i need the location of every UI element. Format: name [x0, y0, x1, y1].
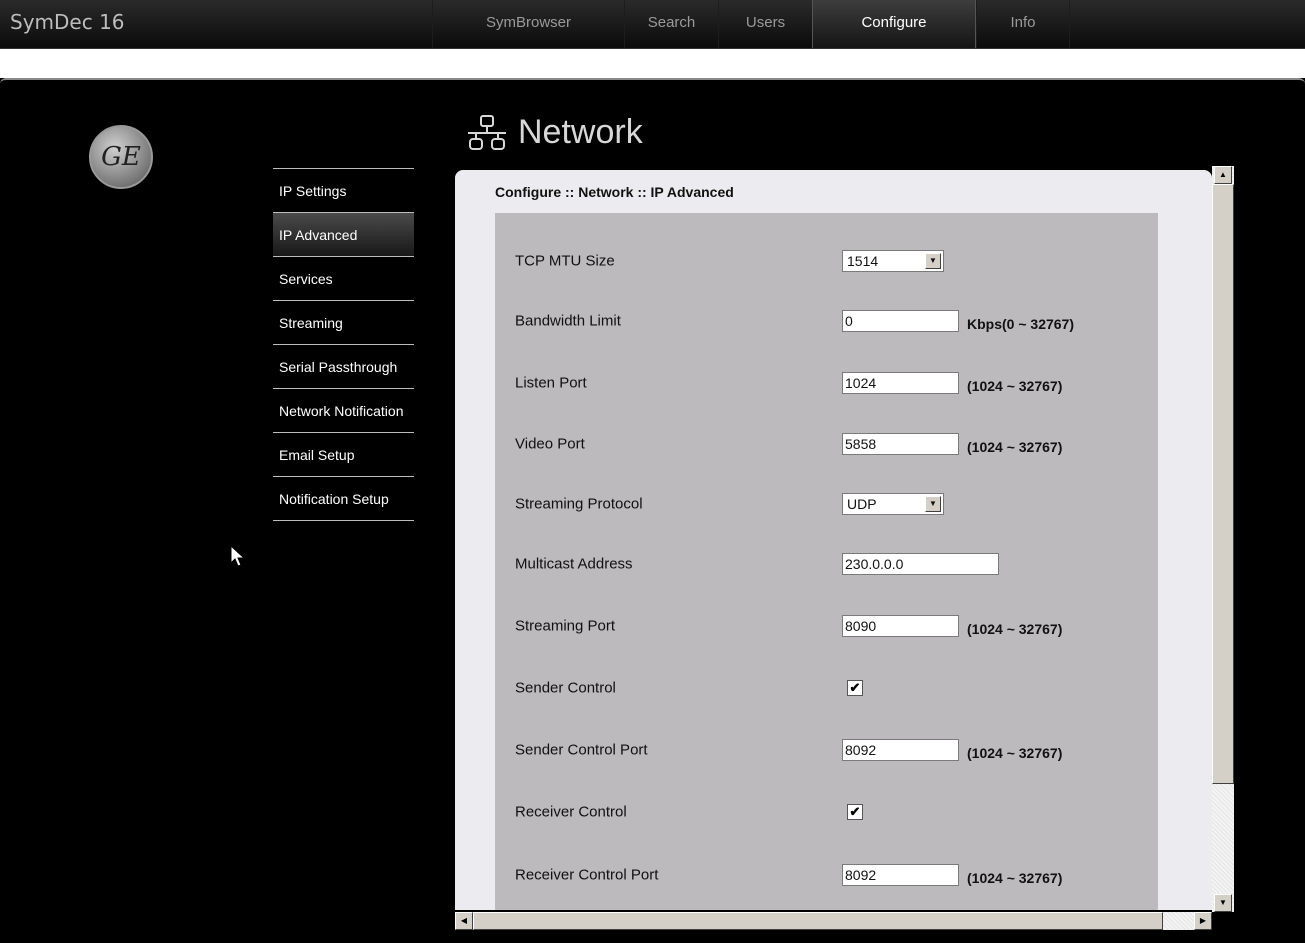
- breadcrumb: Configure :: Network :: IP Advanced: [495, 184, 734, 200]
- tab-symbrowser[interactable]: SymBrowser: [432, 0, 624, 48]
- streaming-protocol-select[interactable]: UDP ▼: [842, 493, 944, 515]
- ge-logo: GE: [89, 125, 153, 189]
- video-port-label: Video Port: [515, 435, 585, 453]
- sender-control-port-input[interactable]: 8092: [842, 739, 959, 761]
- top-nav-bar: SymDec 16 SymBrowser Search Users Config…: [0, 0, 1305, 49]
- scroll-left-button[interactable]: ◀: [455, 912, 473, 930]
- scroll-right-button[interactable]: ▶: [1194, 912, 1212, 930]
- row-streaming-protocol: Streaming Protocol UDP ▼: [495, 474, 1158, 534]
- receiver-control-port-input[interactable]: 8092: [842, 864, 959, 886]
- sender-control-port-label: Sender Control Port: [515, 741, 648, 759]
- row-tcp-mtu: TCP MTU Size 1514 ▼: [495, 231, 1158, 291]
- row-receiver-control-port: Receiver Control Port 8092 (1024 ~ 32767…: [495, 845, 1158, 905]
- app-title: SymDec 16: [10, 10, 125, 34]
- page-title: Network: [518, 113, 643, 151]
- row-video-port: Video Port 5858 (1024 ~ 32767): [495, 414, 1158, 474]
- sidebar-item-services[interactable]: Services: [273, 256, 414, 300]
- sender-control-checkbox[interactable]: ✔: [847, 680, 863, 696]
- chevron-down-icon[interactable]: ▼: [925, 253, 941, 269]
- sidebar-item-ip-advanced[interactable]: IP Advanced: [273, 212, 414, 256]
- network-icon: [468, 114, 506, 150]
- listen-port-input[interactable]: 1024: [842, 372, 959, 394]
- streaming-protocol-value: UDP: [847, 496, 877, 512]
- video-port-range-hint: (1024 ~ 32767): [967, 439, 1063, 455]
- tcp-mtu-label: TCP MTU Size: [515, 252, 615, 270]
- bandwidth-limit-label: Bandwidth Limit: [515, 312, 621, 330]
- horizontal-scrollbar[interactable]: ◀ ▶: [455, 912, 1212, 930]
- multicast-address-input[interactable]: 230.0.0.0: [842, 553, 999, 575]
- receiver-control-port-range-hint: (1024 ~ 32767): [967, 870, 1063, 886]
- bandwidth-range-hint: Kbps(0 ~ 32767): [967, 316, 1074, 332]
- row-sender-control: Sender Control ✔: [495, 658, 1158, 718]
- vertical-scroll-thumb[interactable]: [1212, 184, 1234, 784]
- scroll-down-button[interactable]: ▼: [1214, 894, 1232, 912]
- streaming-protocol-label: Streaming Protocol: [515, 495, 643, 513]
- scroll-up-button[interactable]: ▲: [1214, 166, 1232, 184]
- settings-form: TCP MTU Size 1514 ▼ Bandwidth Limit 0 Kb…: [495, 213, 1158, 910]
- row-streaming-port: Streaming Port 8090 (1024 ~ 32767): [495, 596, 1158, 656]
- chevron-down-icon[interactable]: ▼: [925, 496, 941, 512]
- row-receiver-control: Receiver Control ✔: [495, 782, 1158, 842]
- sender-control-label: Sender Control: [515, 679, 616, 697]
- sender-control-port-range-hint: (1024 ~ 32767): [967, 745, 1063, 761]
- multicast-address-label: Multicast Address: [515, 555, 633, 573]
- receiver-control-port-label: Receiver Control Port: [515, 866, 659, 884]
- sidebar-item-network-notification[interactable]: Network Notification: [273, 388, 414, 432]
- tab-search[interactable]: Search: [624, 0, 718, 48]
- mouse-cursor-icon: [230, 545, 246, 567]
- horizontal-scroll-thumb[interactable]: [473, 912, 1163, 930]
- header-spacer: [0, 49, 1305, 78]
- sidebar-item-serial-passthrough[interactable]: Serial Passthrough: [273, 344, 414, 388]
- receiver-control-label: Receiver Control: [515, 803, 627, 821]
- sidebar-item-streaming[interactable]: Streaming: [273, 300, 414, 344]
- sidebar-item-email-setup[interactable]: Email Setup: [273, 432, 414, 476]
- tcp-mtu-select[interactable]: 1514 ▼: [842, 250, 944, 272]
- sidebar-item-ip-settings[interactable]: IP Settings: [273, 168, 414, 212]
- streaming-port-label: Streaming Port: [515, 617, 616, 635]
- receiver-control-checkbox[interactable]: ✔: [847, 804, 863, 820]
- tab-users[interactable]: Users: [718, 0, 812, 48]
- listen-port-label: Listen Port: [515, 374, 587, 392]
- logo-text: GE: [101, 142, 141, 172]
- row-bandwidth-limit: Bandwidth Limit 0 Kbps(0 ~ 32767): [495, 291, 1158, 351]
- main-tabs: SymBrowser Search Users Configure Info: [432, 0, 1070, 48]
- video-port-input[interactable]: 5858: [842, 433, 959, 455]
- streaming-port-input[interactable]: 8090: [842, 615, 959, 637]
- tab-configure[interactable]: Configure: [812, 0, 976, 48]
- tcp-mtu-value: 1514: [847, 253, 879, 269]
- tab-info[interactable]: Info: [976, 0, 1070, 48]
- sidebar: IP Settings IP Advanced Services Streami…: [273, 168, 414, 521]
- listen-port-range-hint: (1024 ~ 32767): [967, 378, 1063, 394]
- bandwidth-limit-input[interactable]: 0: [842, 310, 959, 332]
- row-multicast-address: Multicast Address 230.0.0.0: [495, 534, 1158, 594]
- vertical-scrollbar[interactable]: ▲ ▼: [1212, 166, 1234, 912]
- row-sender-control-port: Sender Control Port 8092 (1024 ~ 32767): [495, 720, 1158, 780]
- content-panel: Configure :: Network :: IP Advanced TCP …: [455, 170, 1212, 910]
- sidebar-item-notification-setup[interactable]: Notification Setup: [273, 476, 414, 520]
- page-heading: Network: [464, 113, 643, 152]
- row-listen-port: Listen Port 1024 (1024 ~ 32767): [495, 353, 1158, 413]
- streaming-port-range-hint: (1024 ~ 32767): [967, 621, 1063, 637]
